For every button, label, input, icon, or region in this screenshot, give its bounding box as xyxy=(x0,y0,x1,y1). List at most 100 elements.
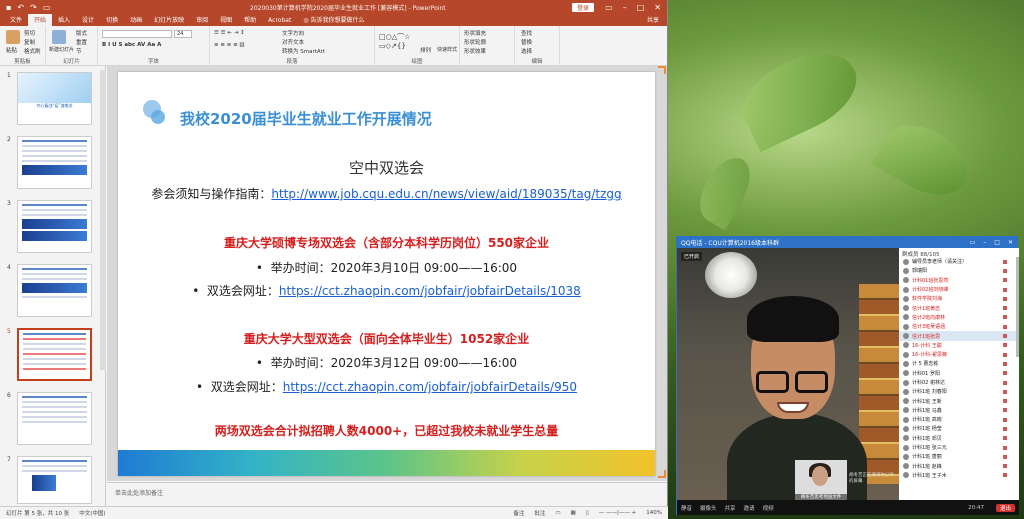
align-text-button[interactable]: 对齐文本 xyxy=(282,38,304,46)
mute-button[interactable]: 静音 xyxy=(681,504,692,512)
member-row[interactable]: 郭瑞阳 xyxy=(899,266,1019,275)
shape-effects-button[interactable]: 形状效果 xyxy=(464,47,486,55)
camera-button[interactable]: 摄像头 xyxy=(700,504,717,512)
slide-thumbnail-1[interactable]: 齐心备战“疫”渡难关 xyxy=(17,72,92,125)
tab-slideshow[interactable]: 幻灯片放映 xyxy=(148,13,190,26)
slide-thumbnail-5[interactable] xyxy=(17,328,92,381)
tab-review[interactable]: 审阅 xyxy=(190,13,214,26)
notes-pane[interactable]: 单击此处添加备注 xyxy=(107,482,667,504)
paste-icon[interactable] xyxy=(6,30,20,44)
save-icon[interactable]: ▪ xyxy=(6,3,11,12)
sorter-view-icon[interactable]: ▦ xyxy=(571,510,576,516)
copy-button[interactable]: 复制 xyxy=(24,38,35,46)
slide-thumbnail-6[interactable] xyxy=(17,392,92,445)
minimize-icon[interactable]: – xyxy=(983,239,986,246)
member-row[interactable]: 信计1班张思 xyxy=(899,331,1019,341)
zoom-level[interactable]: 140% xyxy=(646,510,662,516)
maximize-icon[interactable]: □ xyxy=(637,3,645,12)
share-button[interactable]: 共享 xyxy=(639,13,667,26)
arrange-button[interactable]: 排列 xyxy=(420,46,431,54)
member-row[interactable]: 计科02 谢林达 xyxy=(899,378,1019,387)
shapes-gallery[interactable]: □○△⌒☆ xyxy=(379,32,410,42)
slideshow-icon[interactable]: ▭ xyxy=(43,3,51,12)
cut-button[interactable]: 剪切 xyxy=(24,29,35,37)
ribbon-options-icon[interactable]: ▭ xyxy=(605,3,613,12)
end-call-button[interactable]: 退出 xyxy=(995,503,1015,512)
member-row[interactable]: 计科1班 刘春阳 xyxy=(899,387,1019,396)
normal-view-icon[interactable]: ▭ xyxy=(555,510,560,516)
reset-button[interactable]: 重置 xyxy=(76,38,87,46)
redo-icon[interactable]: ↷ xyxy=(30,3,37,12)
notes-toggle[interactable]: 备注 xyxy=(513,509,524,517)
undo-icon[interactable]: ↶ xyxy=(17,3,24,12)
tab-design[interactable]: 设计 xyxy=(76,13,100,26)
slide-thumbnail-4[interactable] xyxy=(17,264,92,317)
invite-button[interactable]: 邀请 xyxy=(744,504,755,512)
align-buttons[interactable]: ≡ ≡ ≡ ≡ ▥ xyxy=(214,42,245,48)
tell-me-search[interactable]: ◎ 告诉我你想要做什么 xyxy=(297,13,370,26)
close-icon[interactable]: ✕ xyxy=(1008,239,1013,246)
select-button[interactable]: 选择 xyxy=(521,47,532,55)
replace-button[interactable]: 替换 xyxy=(521,38,532,46)
member-row[interactable]: 计科1班 马鑫 xyxy=(899,406,1019,415)
font-size-field[interactable]: 24 xyxy=(174,30,192,38)
member-row[interactable]: 计科1班 高晓 xyxy=(899,415,1019,424)
tab-home[interactable]: 开始 xyxy=(28,13,53,26)
tab-insert[interactable]: 插入 xyxy=(52,13,76,26)
member-row[interactable]: 计科1班 杨莹 xyxy=(899,424,1019,433)
maximize-icon[interactable]: □ xyxy=(994,239,1000,246)
member-row[interactable]: 计科02班刘晓峰 xyxy=(899,285,1019,294)
close-icon[interactable]: ✕ xyxy=(654,3,661,12)
member-row[interactable]: 计科1班 赵峰 xyxy=(899,462,1019,471)
tab-acrobat[interactable]: Acrobat xyxy=(262,15,297,26)
shapes-gallery-row2[interactable]: ▭◇↗{} xyxy=(379,42,406,50)
bold-button[interactable]: B I U S abc AV Aa A xyxy=(102,42,161,48)
minimize-icon[interactable]: – xyxy=(623,3,627,12)
member-row[interactable]: 计科01班张思然 xyxy=(899,276,1019,285)
section-button[interactable]: 节 xyxy=(76,47,82,55)
fair1-url-link[interactable]: https://cct.zhaopin.com/jobfair/jobfairD… xyxy=(279,284,581,298)
member-row[interactable]: 信计1班黄志 xyxy=(899,303,1019,312)
tab-transitions[interactable]: 切换 xyxy=(100,13,124,26)
member-row[interactable]: 信计3班吴语涵 xyxy=(899,322,1019,331)
member-row[interactable]: 计 5 曹志栋 xyxy=(899,359,1019,368)
reading-view-icon[interactable]: ▯ xyxy=(586,510,589,516)
video-button[interactable]: 视频 xyxy=(763,504,774,512)
current-slide[interactable]: 我校2020届毕业生就业工作开展情况 空中双选会 参会须知与操作指南：http:… xyxy=(118,72,655,476)
share-screen-button[interactable]: 共享 xyxy=(725,504,736,512)
new-slide-button[interactable]: 新建幻灯片 xyxy=(49,46,74,53)
guide-link[interactable]: http://www.job.cqu.edu.cn/news/view/aid/… xyxy=(271,187,621,201)
slide-thumbnail-2[interactable] xyxy=(17,136,92,189)
slide-thumbnail-3[interactable] xyxy=(17,200,92,253)
member-row[interactable]: 计科01 罗阳 xyxy=(899,369,1019,378)
list-buttons[interactable]: ☰ ☰ ⇤ ⇥ ↕ xyxy=(214,30,245,36)
zoom-slider[interactable]: — ——|—— + xyxy=(599,510,636,516)
shape-fill-button[interactable]: 形状填充 xyxy=(464,29,486,37)
font-name-field[interactable] xyxy=(102,30,172,38)
fair2-url-link[interactable]: https://cct.zhaopin.com/jobfair/jobfairD… xyxy=(283,380,577,394)
comments-toggle[interactable]: 批注 xyxy=(534,509,545,517)
find-button[interactable]: 查找 xyxy=(521,29,532,37)
pin-icon[interactable]: ▭ xyxy=(970,239,976,246)
format-painter-button[interactable]: 格式刷 xyxy=(24,47,41,55)
member-row[interactable]: 计科1班 王新 xyxy=(899,396,1019,405)
new-slide-icon[interactable] xyxy=(52,30,66,44)
self-video-pip[interactable]: 胡冬苦思考地送文件 xyxy=(795,460,847,500)
member-row[interactable]: 辅导员李老师（请关注） xyxy=(899,257,1019,266)
slide-thumbnail-7[interactable] xyxy=(17,456,92,504)
quick-styles-button[interactable]: 快速样式 xyxy=(437,46,457,53)
language-indicator[interactable]: 中文(中国) xyxy=(79,509,105,517)
member-list-scrollbar[interactable] xyxy=(1016,257,1019,357)
member-row[interactable]: 计科1班 唐丽 xyxy=(899,452,1019,461)
shape-outline-button[interactable]: 形状轮廓 xyxy=(464,38,486,46)
tab-help[interactable]: 帮助 xyxy=(238,13,262,26)
member-row[interactable]: 软件学院刘海 xyxy=(899,294,1019,303)
paste-button[interactable]: 粘贴 xyxy=(6,46,17,54)
main-video-feed[interactable]: 已开启 胡冬苦思考地送文件 胡冬苦正在邀请你分享的屏幕 xyxy=(677,248,899,500)
login-button[interactable]: 登录 xyxy=(572,3,595,12)
member-row[interactable]: 16-计科-翟思薇 xyxy=(899,350,1019,359)
member-row[interactable]: 信计2班向康林 xyxy=(899,313,1019,322)
member-row[interactable]: 计科1班 邓贝 xyxy=(899,434,1019,443)
member-row[interactable]: 计科1班 张三元 xyxy=(899,443,1019,452)
text-direction-button[interactable]: 文字方向 xyxy=(282,29,304,37)
